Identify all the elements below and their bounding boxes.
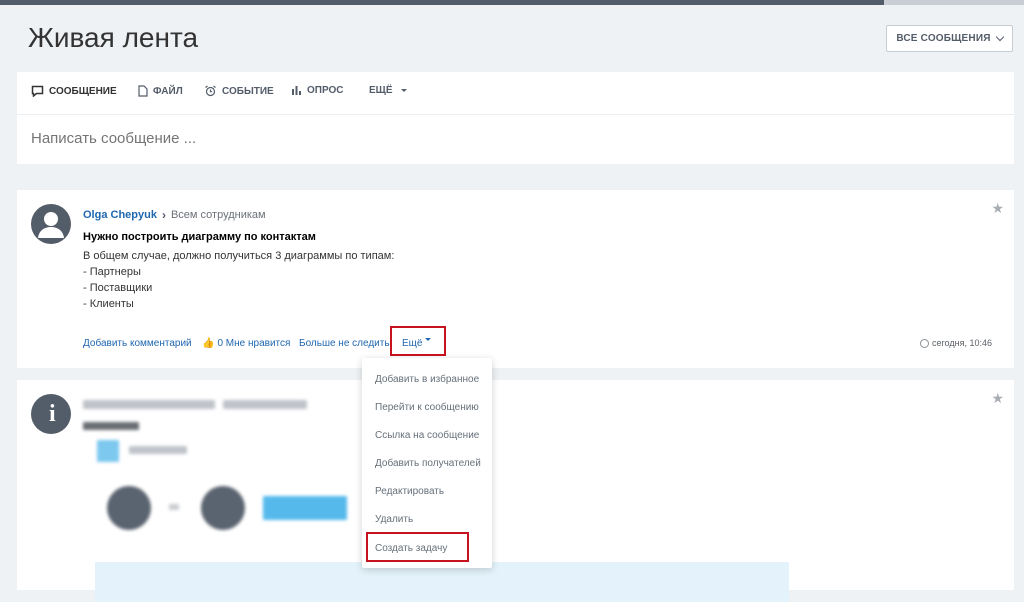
feed-post-blurred: i ★ [17, 380, 1014, 602]
poll-icon [292, 86, 301, 95]
menu-item-edit[interactable]: Редактировать [375, 486, 444, 497]
post-body-line: - Поставщики [83, 282, 153, 294]
top-bar [0, 0, 1024, 5]
menu-item-delete[interactable]: Удалить [375, 514, 413, 525]
post-time: сегодня, 10:46 [919, 338, 992, 348]
clock-icon [919, 338, 929, 348]
composer-tabs: СООБЩЕНИЕ ФАЙЛ СОБЫТИЕ ОПРОС ЕЩЁ [17, 72, 1014, 114]
post-header: Olga Chepyuk › Всем сотрудникам [83, 208, 266, 222]
blurred-attachment [95, 562, 789, 602]
tab-label: ОПРОС [307, 85, 344, 96]
filter-label: ВСЕ СООБЩЕНИЯ [896, 33, 991, 44]
user-silhouette-icon [38, 212, 64, 238]
tab-label: СОБЫТИЕ [222, 85, 274, 97]
tab-message[interactable]: СООБЩЕНИЕ [31, 85, 117, 97]
post-body: В общем случае, должно получиться 3 диаг… [83, 248, 394, 312]
star-icon[interactable]: ★ [991, 390, 1004, 407]
blurred-app-icon [97, 440, 119, 462]
composer-divider [17, 114, 1014, 115]
page-title: Живая лента [28, 22, 199, 53]
info-icon: i [49, 401, 56, 427]
filter-dropdown-button[interactable]: ВСЕ СООБЩЕНИЯ [886, 25, 1013, 52]
menu-item-add-recipients[interactable]: Добавить получателей [375, 458, 481, 469]
menu-item-add-favorite[interactable]: Добавить в избранное [375, 374, 479, 385]
like-label: Мне нравится [225, 338, 291, 349]
tab-label: ЕЩЁ [369, 85, 393, 96]
top-bar-accent [884, 0, 1024, 5]
post-body-line: В общем случае, должно получиться 3 диаг… [83, 250, 395, 262]
blurred-button [263, 496, 347, 520]
tab-poll[interactable]: ОПРОС [291, 85, 344, 96]
recipients-label: Всем сотрудникам [170, 209, 266, 221]
tab-label: ФАЙЛ [153, 85, 183, 97]
message-input[interactable] [31, 130, 931, 147]
post-composer: СООБЩЕНИЕ ФАЙЛ СОБЫТИЕ ОПРОС ЕЩЁ [17, 72, 1014, 164]
chevron-down-icon [995, 32, 1004, 42]
blurred-avatar [201, 486, 245, 530]
blurred-avatar [107, 486, 151, 530]
highlight-more-box [390, 326, 446, 356]
avatar[interactable] [31, 204, 71, 244]
post-body-line: - Партнеры [83, 266, 141, 278]
add-comment-link[interactable]: Добавить комментарий [83, 338, 192, 349]
message-icon [31, 85, 44, 97]
blurred-app-name [129, 446, 187, 454]
tab-file[interactable]: ФАЙЛ [138, 85, 183, 97]
alarm-clock-icon [205, 85, 216, 97]
tab-more[interactable]: ЕЩЁ [369, 85, 407, 96]
like-button[interactable]: 👍 0 Мне нравится [202, 338, 290, 349]
blurred-recipients [223, 400, 307, 409]
author-link[interactable]: Olga Chepyuk [83, 209, 157, 221]
menu-item-go-to-message[interactable]: Перейти к сообщению [375, 402, 479, 413]
menu-item-message-link[interactable]: Ссылка на сообщение [375, 430, 479, 441]
blurred-plus [169, 504, 179, 510]
arrow-right-icon: › [161, 208, 166, 222]
highlight-create-task-box [366, 532, 469, 562]
time-label: сегодня, 10:46 [931, 338, 992, 348]
feed-post: ★ Olga Chepyuk › Всем сотрудникам Нужно … [17, 190, 1014, 368]
post-title: Нужно построить диаграмму по контактам [83, 231, 316, 243]
unfollow-link[interactable]: Больше не следить [299, 338, 390, 349]
tab-event[interactable]: СОБЫТИЕ [204, 85, 274, 97]
post-body-line: - Клиенты [83, 298, 134, 310]
blurred-author [83, 400, 215, 409]
thumbs-up-icon: 👍 [202, 338, 215, 349]
file-icon [138, 85, 148, 97]
avatar[interactable]: i [31, 394, 71, 434]
star-icon[interactable]: ★ [991, 200, 1004, 217]
like-count: 0 [217, 338, 224, 349]
tab-label: СООБЩЕНИЕ [49, 85, 117, 97]
blurred-title [83, 422, 139, 430]
caret-down-icon [400, 89, 407, 92]
